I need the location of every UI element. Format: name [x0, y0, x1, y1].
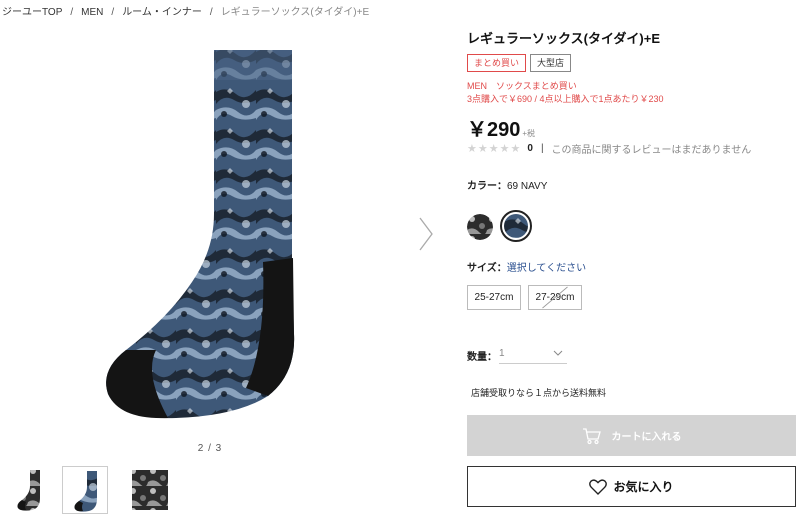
size-line: サイズ：選択してください [467, 259, 586, 274]
breadcrumb-item-top[interactable]: ジーユーTOP [2, 3, 62, 18]
thumbnail-image [17, 470, 40, 511]
bundle-badge[interactable]: まとめ買い [467, 54, 527, 72]
star-rating: ★ ★ ★ ★ ★ [467, 142, 521, 155]
breadcrumb-separator: / [111, 7, 115, 18]
quantity-line: 数量： 1 [467, 346, 567, 364]
swatch-pattern [504, 214, 528, 238]
thumbnail-image [74, 471, 97, 512]
star-icon: ★ [467, 143, 477, 155]
breadcrumb-item-room-inner[interactable]: ルーム・インナー [122, 3, 202, 18]
add-to-cart-label: カートに入れる [611, 432, 682, 443]
review-count: 0 [527, 143, 533, 154]
star-icon: ★ [510, 143, 521, 155]
sock-side-thumbnail[interactable] [8, 466, 54, 514]
badge-row: まとめ買い 大型店 [467, 53, 575, 72]
cart-icon [582, 427, 601, 444]
product-title: レギュラーソックス(タイダイ)+E [467, 31, 661, 46]
image-pager: 2 / 3 [197, 443, 223, 454]
favorite-label: お気に入り [613, 480, 674, 494]
size-label: サイズ： [467, 263, 507, 274]
star-icon: ★ [499, 143, 510, 155]
color-label: カラー： [467, 181, 507, 192]
rating-separator: | [540, 143, 544, 154]
breadcrumb-item-men[interactable]: MEN [81, 7, 103, 18]
swatch-pattern [467, 214, 493, 240]
quantity-select[interactable]: 1 [499, 346, 567, 364]
sold-out-slash-icon [542, 286, 568, 309]
chevron-right-icon [419, 217, 433, 251]
sock-illustration [106, 50, 295, 419]
tax-label: +税 [522, 129, 536, 138]
promo-text[interactable]: MEN ソックスまとめ買い 3点購入で￥690 / 4点以上購入で1点あたり￥2… [467, 80, 664, 106]
rating-row: ★ ★ ★ ★ ★ 0 | この商品に関するレビューはまだありません [467, 141, 751, 156]
sock-navy-thumbnail[interactable] [62, 466, 108, 514]
star-icon: ★ [477, 143, 488, 155]
breadcrumb-current: レギュラーソックス(タイダイ)+E [220, 7, 370, 18]
quantity-value: 1 [499, 348, 505, 359]
promo-line-2: 3点購入で￥690 / 4点以上購入で1点あたり￥230 [467, 94, 664, 104]
price-amount: ￥290 [467, 119, 521, 141]
shipping-note: 店舗受取りなら１点から送料無料 [471, 388, 607, 398]
price: ￥290 +税 [467, 113, 535, 142]
pattern-closeup-thumbnail[interactable] [128, 466, 174, 514]
breadcrumb-separator: / [70, 7, 74, 18]
size-option-27-29[interactable]: 27-29cm [528, 285, 582, 310]
color-value: 69 NAVY [507, 181, 548, 192]
heart-icon [589, 478, 608, 495]
color-line: カラー：69 NAVY [467, 177, 547, 192]
favorite-button[interactable]: お気に入り [467, 466, 796, 507]
star-icon: ★ [488, 143, 499, 155]
product-main-image[interactable] [96, 44, 316, 424]
breadcrumb-separator: / [209, 7, 213, 18]
quantity-label: 数量： [467, 351, 497, 363]
size-option-25-27[interactable]: 25-27cm [467, 285, 521, 310]
breadcrumb: ジーユーTOP / MEN / ルーム・インナー / レギュラーソックス(タイダイ)+E [2, 3, 369, 18]
add-to-cart-button[interactable]: カートに入れる [467, 415, 796, 456]
review-note: この商品に関するレビューはまだありません [551, 145, 752, 156]
chevron-down-icon [553, 350, 563, 356]
size-hint: 選択してください [506, 263, 587, 274]
large-store-badge[interactable]: 大型店 [530, 54, 572, 72]
promo-line-1: MEN ソックスまとめ買い [467, 81, 577, 91]
color-swatch-navy[interactable] [500, 210, 532, 242]
next-image-arrow[interactable] [416, 216, 436, 252]
thumbnail-image [132, 470, 168, 510]
color-swatch-gray[interactable] [467, 214, 493, 240]
